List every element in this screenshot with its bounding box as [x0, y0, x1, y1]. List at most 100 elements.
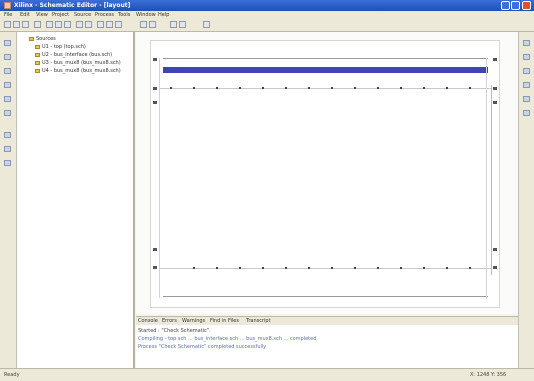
bottom-wire[interactable] — [163, 296, 488, 297]
tree-item[interactable]: U4 - bus_mux8 (bus_mux8.sch) — [35, 68, 121, 74]
junction-dot[interactable] — [469, 87, 471, 89]
junction-dot[interactable] — [354, 87, 356, 89]
junction-dot[interactable] — [308, 87, 310, 89]
add-label-tool-icon[interactable] — [4, 96, 11, 102]
menu-source[interactable]: Source — [74, 12, 91, 18]
help-icon[interactable] — [523, 110, 530, 116]
pin-marker[interactable] — [153, 87, 157, 90]
junction-dot[interactable] — [400, 87, 402, 89]
tree-item[interactable]: U2 - bus_interface (bus.sch) — [35, 52, 112, 58]
tab-find-in-files[interactable]: Find in Files — [210, 318, 239, 324]
junction-dot[interactable] — [331, 87, 333, 89]
wire-icon[interactable] — [149, 21, 156, 28]
junction-dot[interactable] — [170, 87, 172, 89]
maximize-icon[interactable] — [511, 1, 520, 10]
junction-dot[interactable] — [400, 267, 402, 269]
cut-icon[interactable] — [46, 21, 53, 28]
left-border-wire[interactable] — [159, 58, 160, 298]
zoom-in-icon[interactable] — [97, 21, 104, 28]
lower-net-line[interactable] — [160, 268, 491, 269]
copy-icon[interactable] — [55, 21, 62, 28]
net-name-icon[interactable] — [179, 21, 186, 28]
tab-errors[interactable]: Errors — [162, 318, 177, 324]
pin-marker[interactable] — [493, 266, 497, 269]
minimize-icon[interactable] — [501, 1, 510, 10]
right-bus-tap[interactable] — [491, 85, 492, 275]
paste-icon[interactable] — [64, 21, 71, 28]
tab-warnings[interactable]: Warnings — [182, 318, 205, 324]
pin-marker[interactable] — [493, 101, 497, 104]
print-icon[interactable] — [34, 21, 41, 28]
zoom-fit-icon[interactable] — [115, 21, 122, 28]
pin-marker[interactable] — [493, 58, 497, 61]
pin-marker[interactable] — [153, 101, 157, 104]
menu-project[interactable]: Project — [52, 12, 69, 18]
junction-dot[interactable] — [377, 87, 379, 89]
add-net-tool-icon[interactable] — [4, 68, 11, 74]
pin-marker[interactable] — [493, 87, 497, 90]
close-icon[interactable] — [522, 1, 531, 10]
open-icon[interactable] — [13, 21, 20, 28]
tab-transcript[interactable]: Transcript — [246, 318, 271, 324]
junction-dot[interactable] — [331, 267, 333, 269]
tree-item[interactable]: U3 - bus_mux8 (bus_mux8.sch) — [35, 60, 121, 66]
bus-icon[interactable] — [170, 21, 177, 28]
menu-process[interactable]: Process — [95, 12, 114, 18]
junction-dot[interactable] — [377, 267, 379, 269]
grid-icon[interactable] — [140, 21, 147, 28]
pin-marker[interactable] — [153, 266, 157, 269]
add-symbol-tool-icon[interactable] — [4, 110, 11, 116]
menu-file[interactable]: File — [4, 12, 12, 18]
tree-item[interactable]: U1 - top (top.sch) — [35, 44, 86, 50]
pin-marker[interactable] — [153, 58, 157, 61]
redo-icon[interactable] — [85, 21, 92, 28]
junction-dot[interactable] — [446, 87, 448, 89]
junction-dot[interactable] — [469, 267, 471, 269]
library-icon[interactable] — [523, 68, 530, 74]
add-bus-tool-icon[interactable] — [4, 82, 11, 88]
junction-dot[interactable] — [285, 267, 287, 269]
junction-dot[interactable] — [423, 267, 425, 269]
menu-tools[interactable]: Tools — [118, 12, 130, 18]
undo-icon[interactable] — [76, 21, 83, 28]
junction-dot[interactable] — [308, 267, 310, 269]
junction-dot[interactable] — [446, 267, 448, 269]
junction-dot[interactable] — [239, 267, 241, 269]
layers-icon[interactable] — [523, 54, 530, 60]
add-text-tool-icon[interactable] — [4, 146, 11, 152]
zoom-out-icon[interactable] — [106, 21, 113, 28]
menu-help[interactable]: Help — [158, 12, 169, 18]
properties-icon[interactable] — [523, 40, 530, 46]
junction-dot[interactable] — [262, 267, 264, 269]
junction-dot[interactable] — [423, 87, 425, 89]
menu-view[interactable]: View — [36, 12, 48, 18]
junction-dot[interactable] — [216, 267, 218, 269]
menu-edit[interactable]: Edit — [20, 12, 30, 18]
pin-marker[interactable] — [493, 248, 497, 251]
upper-net-line[interactable] — [160, 88, 491, 89]
tab-console[interactable]: Console — [138, 318, 158, 324]
junction-dot[interactable] — [193, 87, 195, 89]
junction-dot[interactable] — [193, 267, 195, 269]
new-icon[interactable] — [4, 21, 11, 28]
symbol-icon[interactable] — [203, 21, 210, 28]
junction-dot[interactable] — [262, 87, 264, 89]
junction-dot[interactable] — [354, 267, 356, 269]
junction-dot[interactable] — [239, 87, 241, 89]
select-tool-icon[interactable] — [4, 40, 11, 46]
tree-item-root[interactable]: Sources — [29, 36, 56, 42]
pin-marker[interactable] — [153, 248, 157, 251]
add-wire-tool-icon[interactable] — [4, 54, 11, 60]
junction-dot[interactable] — [216, 87, 218, 89]
top-wire[interactable] — [163, 58, 488, 59]
output-console[interactable]: Started : "Check Schematic". Compiling -… — [136, 325, 518, 368]
add-io-marker-tool-icon[interactable] — [4, 132, 11, 138]
options-icon[interactable] — [523, 96, 530, 102]
right-border-wire[interactable] — [486, 58, 487, 298]
add-line-tool-icon[interactable] — [4, 160, 11, 166]
menu-window[interactable]: Window — [136, 12, 156, 18]
save-icon[interactable] — [22, 21, 29, 28]
junction-dot[interactable] — [285, 87, 287, 89]
search-icon[interactable] — [523, 82, 530, 88]
bus-line[interactable] — [163, 67, 488, 73]
